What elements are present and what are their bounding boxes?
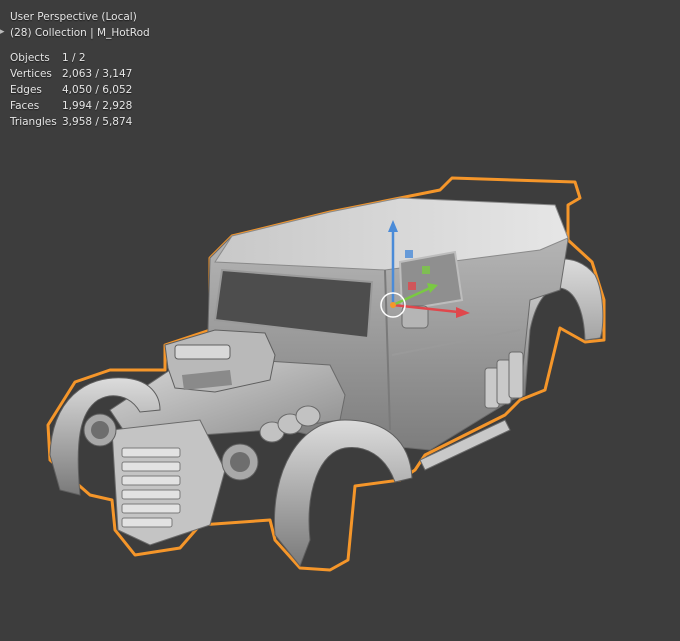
chevron-right-icon[interactable]: ▸ [0,27,6,37]
stat-label: Faces [10,100,40,112]
stat-label: Objects [10,52,50,64]
stat-label: Vertices [10,68,52,80]
stat-value: 4,050 / 6,052 [62,84,133,96]
stat-row-objects: Objects 1 / 2 [10,50,150,66]
stat-label: Triangles [10,116,57,128]
stat-row-edges: Edges 4,050 / 6,052 [10,82,150,98]
view-name-label: User Perspective (Local) [10,11,137,23]
stat-value: 1 / 2 [62,52,86,64]
stat-row-triangles: Triangles 3,958 / 5,874 [10,114,150,130]
front-grille [111,419,226,546]
stat-label: Edges [10,84,42,96]
stat-value: 3,958 / 5,874 [62,116,133,128]
stat-value: 2,063 / 3,147 [62,68,133,80]
3d-viewport[interactable]: ▸ User Perspective (Local) (28) Collecti… [0,0,680,641]
stat-row-vertices: Vertices 2,063 / 3,147 [10,66,150,82]
stat-value: 1,994 / 2,928 [62,100,133,112]
stat-row-faces: Faces 1,994 / 2,928 [10,98,150,114]
collection-label: (28) Collection | M_HotRod [10,27,150,39]
viewport-info-overlay: User Perspective (Local) (28) Collection… [10,9,150,130]
